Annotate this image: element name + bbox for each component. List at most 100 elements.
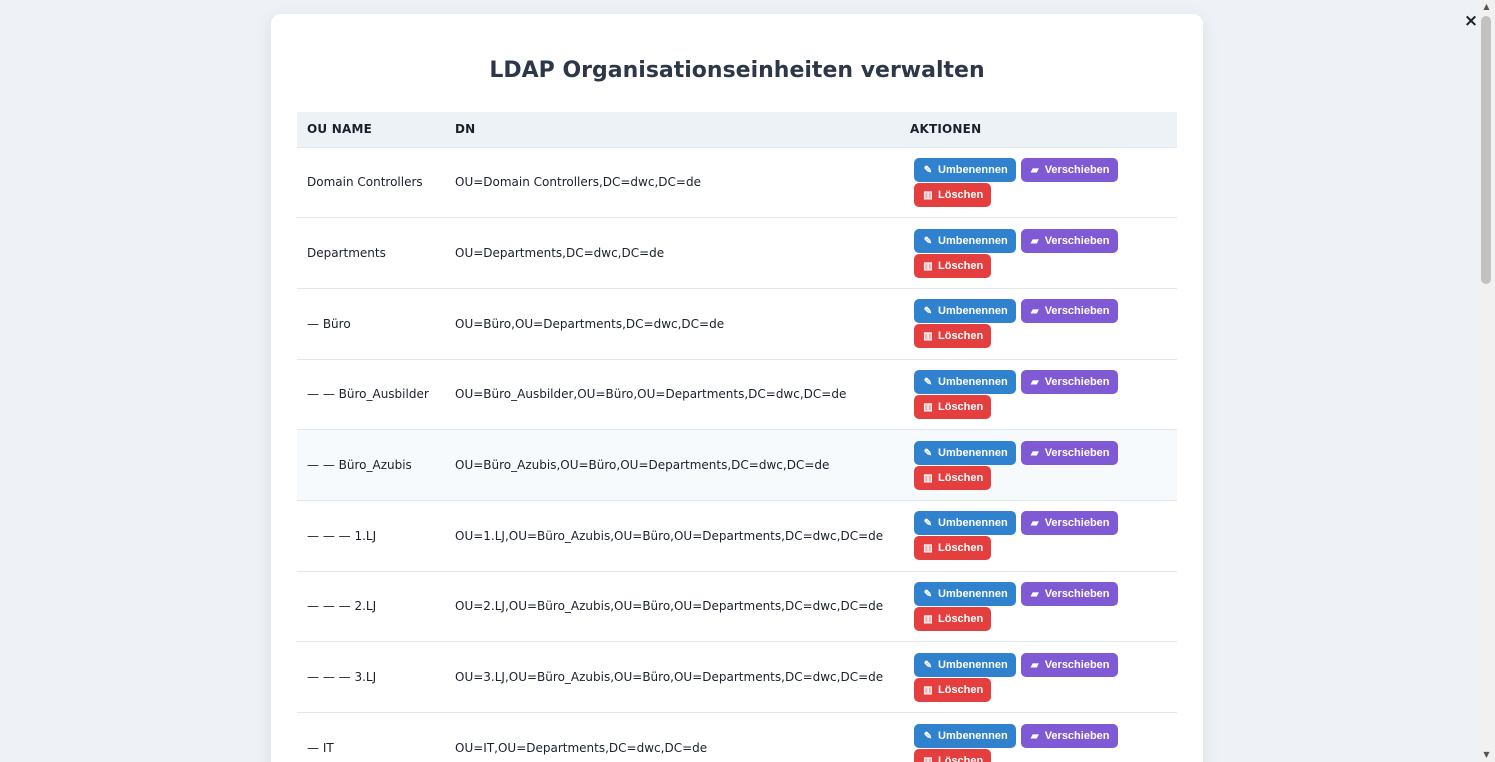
folder-icon: ▰	[1030, 306, 1039, 318]
pencil-icon: ✎	[923, 164, 933, 176]
scroll-up-icon[interactable]: ▲	[1478, 0, 1495, 14]
move-button-label: Verschieben	[1044, 305, 1110, 318]
actions-cell: ✎ Umbenennen ▰ Verschieben ▥ Löschen	[900, 218, 1177, 289]
action-buttons-row: ✎ Umbenennen ▰ Verschieben	[914, 157, 1167, 183]
move-button[interactable]: ▰ Verschieben	[1020, 581, 1118, 606]
action-buttons-row: ▥ Löschen	[914, 253, 1167, 279]
move-button[interactable]: ▰ Verschieben	[1020, 652, 1118, 677]
move-button-label: Verschieben	[1044, 163, 1110, 176]
delete-button[interactable]: ▥ Löschen	[914, 253, 992, 278]
scroll-down-icon[interactable]: ▼	[1478, 748, 1495, 762]
actions-cell: ✎ Umbenennen ▰ Verschieben ▥ Löschen	[900, 713, 1177, 762]
folder-icon: ▰	[1030, 164, 1039, 176]
trash-icon: ▥	[923, 684, 933, 696]
move-button[interactable]: ▰ Verschieben	[1020, 511, 1118, 536]
move-button[interactable]: ▰ Verschieben	[1020, 299, 1118, 324]
page-scrollbar[interactable]: ▲ ▼	[1478, 0, 1495, 762]
move-button-label: Verschieben	[1044, 234, 1110, 247]
modal-title: LDAP Organisationseinheiten verwalten	[489, 58, 985, 83]
ou-name-cell: — — Büro_Ausbilder	[307, 387, 429, 402]
folder-icon: ▰	[1030, 730, 1039, 742]
table-row: — — Büro_Azubis OU=Büro_Azubis,OU=Büro,OU…	[297, 429, 1177, 501]
table-row: — — — 2.LJ OU=2.LJ,OU=Büro_Azubis,OU=Büro…	[297, 571, 1177, 642]
folder-icon: ▰	[1030, 235, 1039, 247]
action-buttons-row: ✎ Umbenennen ▰ Verschieben	[914, 369, 1167, 395]
pencil-icon: ✎	[923, 730, 933, 742]
folder-icon: ▰	[1030, 659, 1039, 671]
rename-button[interactable]: ✎ Umbenennen	[914, 581, 1016, 606]
delete-button-label: Löschen	[938, 754, 984, 762]
rename-button-label: Umbenennen	[938, 729, 1008, 742]
table-row: Departments OU=Departments,DC=dwc,DC=de ✎ U…	[297, 217, 1177, 289]
dn-cell: OU=Büro_Azubis,OU=Büro,OU=Departments,DC…	[455, 458, 830, 473]
actions-cell: ✎ Umbenennen ▰ Verschieben ▥ Löschen	[900, 288, 1177, 359]
table-row: — — — 3.LJ OU=3.LJ,OU=Büro_Azubis,OU=Büro…	[297, 641, 1177, 713]
action-buttons-row: ✎ Umbenennen ▰ Verschieben	[914, 723, 1167, 749]
action-buttons-row: ✎ Umbenennen ▰ Verschieben	[914, 228, 1167, 254]
table-row: — IT OU=IT,OU=Departments,DC=dwc,DC=de ✎ Um…	[297, 712, 1177, 762]
action-buttons-row: ✎ Umbenennen ▰ Verschieben	[914, 440, 1167, 466]
delete-button[interactable]: ▥ Löschen	[914, 465, 992, 490]
rename-button[interactable]: ✎ Umbenennen	[914, 652, 1016, 677]
action-buttons-row: ▥ Löschen	[914, 465, 1167, 491]
delete-button[interactable]: ▥ Löschen	[914, 394, 992, 419]
move-button[interactable]: ▰ Verschieben	[1020, 369, 1118, 394]
delete-button-label: Löschen	[938, 612, 984, 625]
delete-button[interactable]: ▥ Löschen	[914, 536, 992, 561]
ou-name-cell: — — — 3.LJ	[307, 670, 377, 685]
delete-button[interactable]: ▥ Löschen	[914, 606, 992, 631]
pencil-icon: ✎	[923, 588, 933, 600]
header-actions: AKTIONEN	[910, 122, 982, 137]
delete-button-label: Löschen	[938, 330, 984, 343]
dn-cell: OU=2.LJ,OU=Büro_Azubis,OU=Büro,OU=Depart…	[455, 599, 884, 614]
trash-icon: ▥	[923, 543, 933, 555]
scrollbar-thumb[interactable]	[1481, 16, 1491, 284]
ou-name-cell: — — — 1.LJ	[307, 528, 377, 543]
move-button[interactable]: ▰ Verschieben	[1020, 723, 1118, 748]
delete-button-label: Löschen	[938, 542, 984, 555]
header-dn: DN	[455, 122, 476, 137]
rename-button-label: Umbenennen	[938, 587, 1008, 600]
actions-cell: ✎ Umbenennen ▰ Verschieben ▥ Löschen	[900, 571, 1177, 642]
rename-button[interactable]: ✎ Umbenennen	[914, 511, 1016, 536]
rename-button-label: Umbenennen	[938, 375, 1008, 388]
ou-name-cell: Departments	[307, 246, 386, 261]
delete-button[interactable]: ▥ Löschen	[914, 677, 992, 702]
pencil-icon: ✎	[923, 376, 933, 388]
rename-button[interactable]: ✎ Umbenennen	[914, 228, 1016, 253]
ou-name-cell: — — Büro_Azubis	[307, 458, 412, 473]
delete-button[interactable]: ▥ Löschen	[914, 748, 992, 762]
action-buttons-row: ▥ Löschen	[914, 606, 1167, 632]
move-button[interactable]: ▰ Verschieben	[1020, 228, 1118, 253]
delete-button-label: Löschen	[938, 683, 984, 696]
table-row: — — Büro_Ausbilder OU=Büro_Ausbilder,OU=B…	[297, 359, 1177, 430]
rename-button-label: Umbenennen	[938, 163, 1008, 176]
ou-name-cell: — Büro	[307, 316, 351, 331]
rename-button[interactable]: ✎ Umbenennen	[914, 723, 1016, 748]
trash-icon: ▥	[923, 401, 933, 413]
header-ou-name: OU NAME	[307, 122, 372, 137]
rename-button[interactable]: ✎ Umbenennen	[914, 440, 1016, 465]
rename-button[interactable]: ✎ Umbenennen	[914, 299, 1016, 324]
move-button-label: Verschieben	[1044, 658, 1110, 671]
action-buttons-row: ✎ Umbenennen ▰ Verschieben	[914, 511, 1167, 536]
dn-cell: OU=Büro_Ausbilder,OU=Büro,OU=Departments…	[455, 387, 847, 402]
delete-button[interactable]: ▥ Löschen	[914, 182, 992, 207]
delete-button[interactable]: ▥ Löschen	[914, 324, 992, 349]
table-header-row: OU NAME DN AKTIONEN	[297, 112, 1177, 147]
dn-cell: OU=Büro,OU=Departments,DC=dwc,DC=de	[455, 316, 725, 331]
move-button[interactable]: ▰ Verschieben	[1020, 440, 1118, 465]
trash-icon: ▥	[923, 755, 933, 762]
action-buttons-row: ✎ Umbenennen ▰ Verschieben	[914, 299, 1167, 324]
move-button[interactable]: ▰ Verschieben	[1020, 157, 1118, 182]
ou-table: OU NAME DN AKTIONEN Domain Controllers OU…	[297, 112, 1177, 762]
rename-button[interactable]: ✎ Umbenennen	[914, 157, 1016, 182]
actions-cell: ✎ Umbenennen ▰ Verschieben ▥ Löschen	[900, 359, 1177, 430]
delete-button-label: Löschen	[938, 188, 984, 201]
trash-icon: ▥	[923, 613, 933, 625]
dn-cell: OU=Departments,DC=dwc,DC=de	[455, 246, 665, 261]
delete-button-label: Löschen	[938, 471, 984, 484]
rename-button[interactable]: ✎ Umbenennen	[914, 369, 1016, 394]
ou-name-cell: Domain Controllers	[307, 175, 423, 190]
move-button-label: Verschieben	[1044, 375, 1110, 388]
